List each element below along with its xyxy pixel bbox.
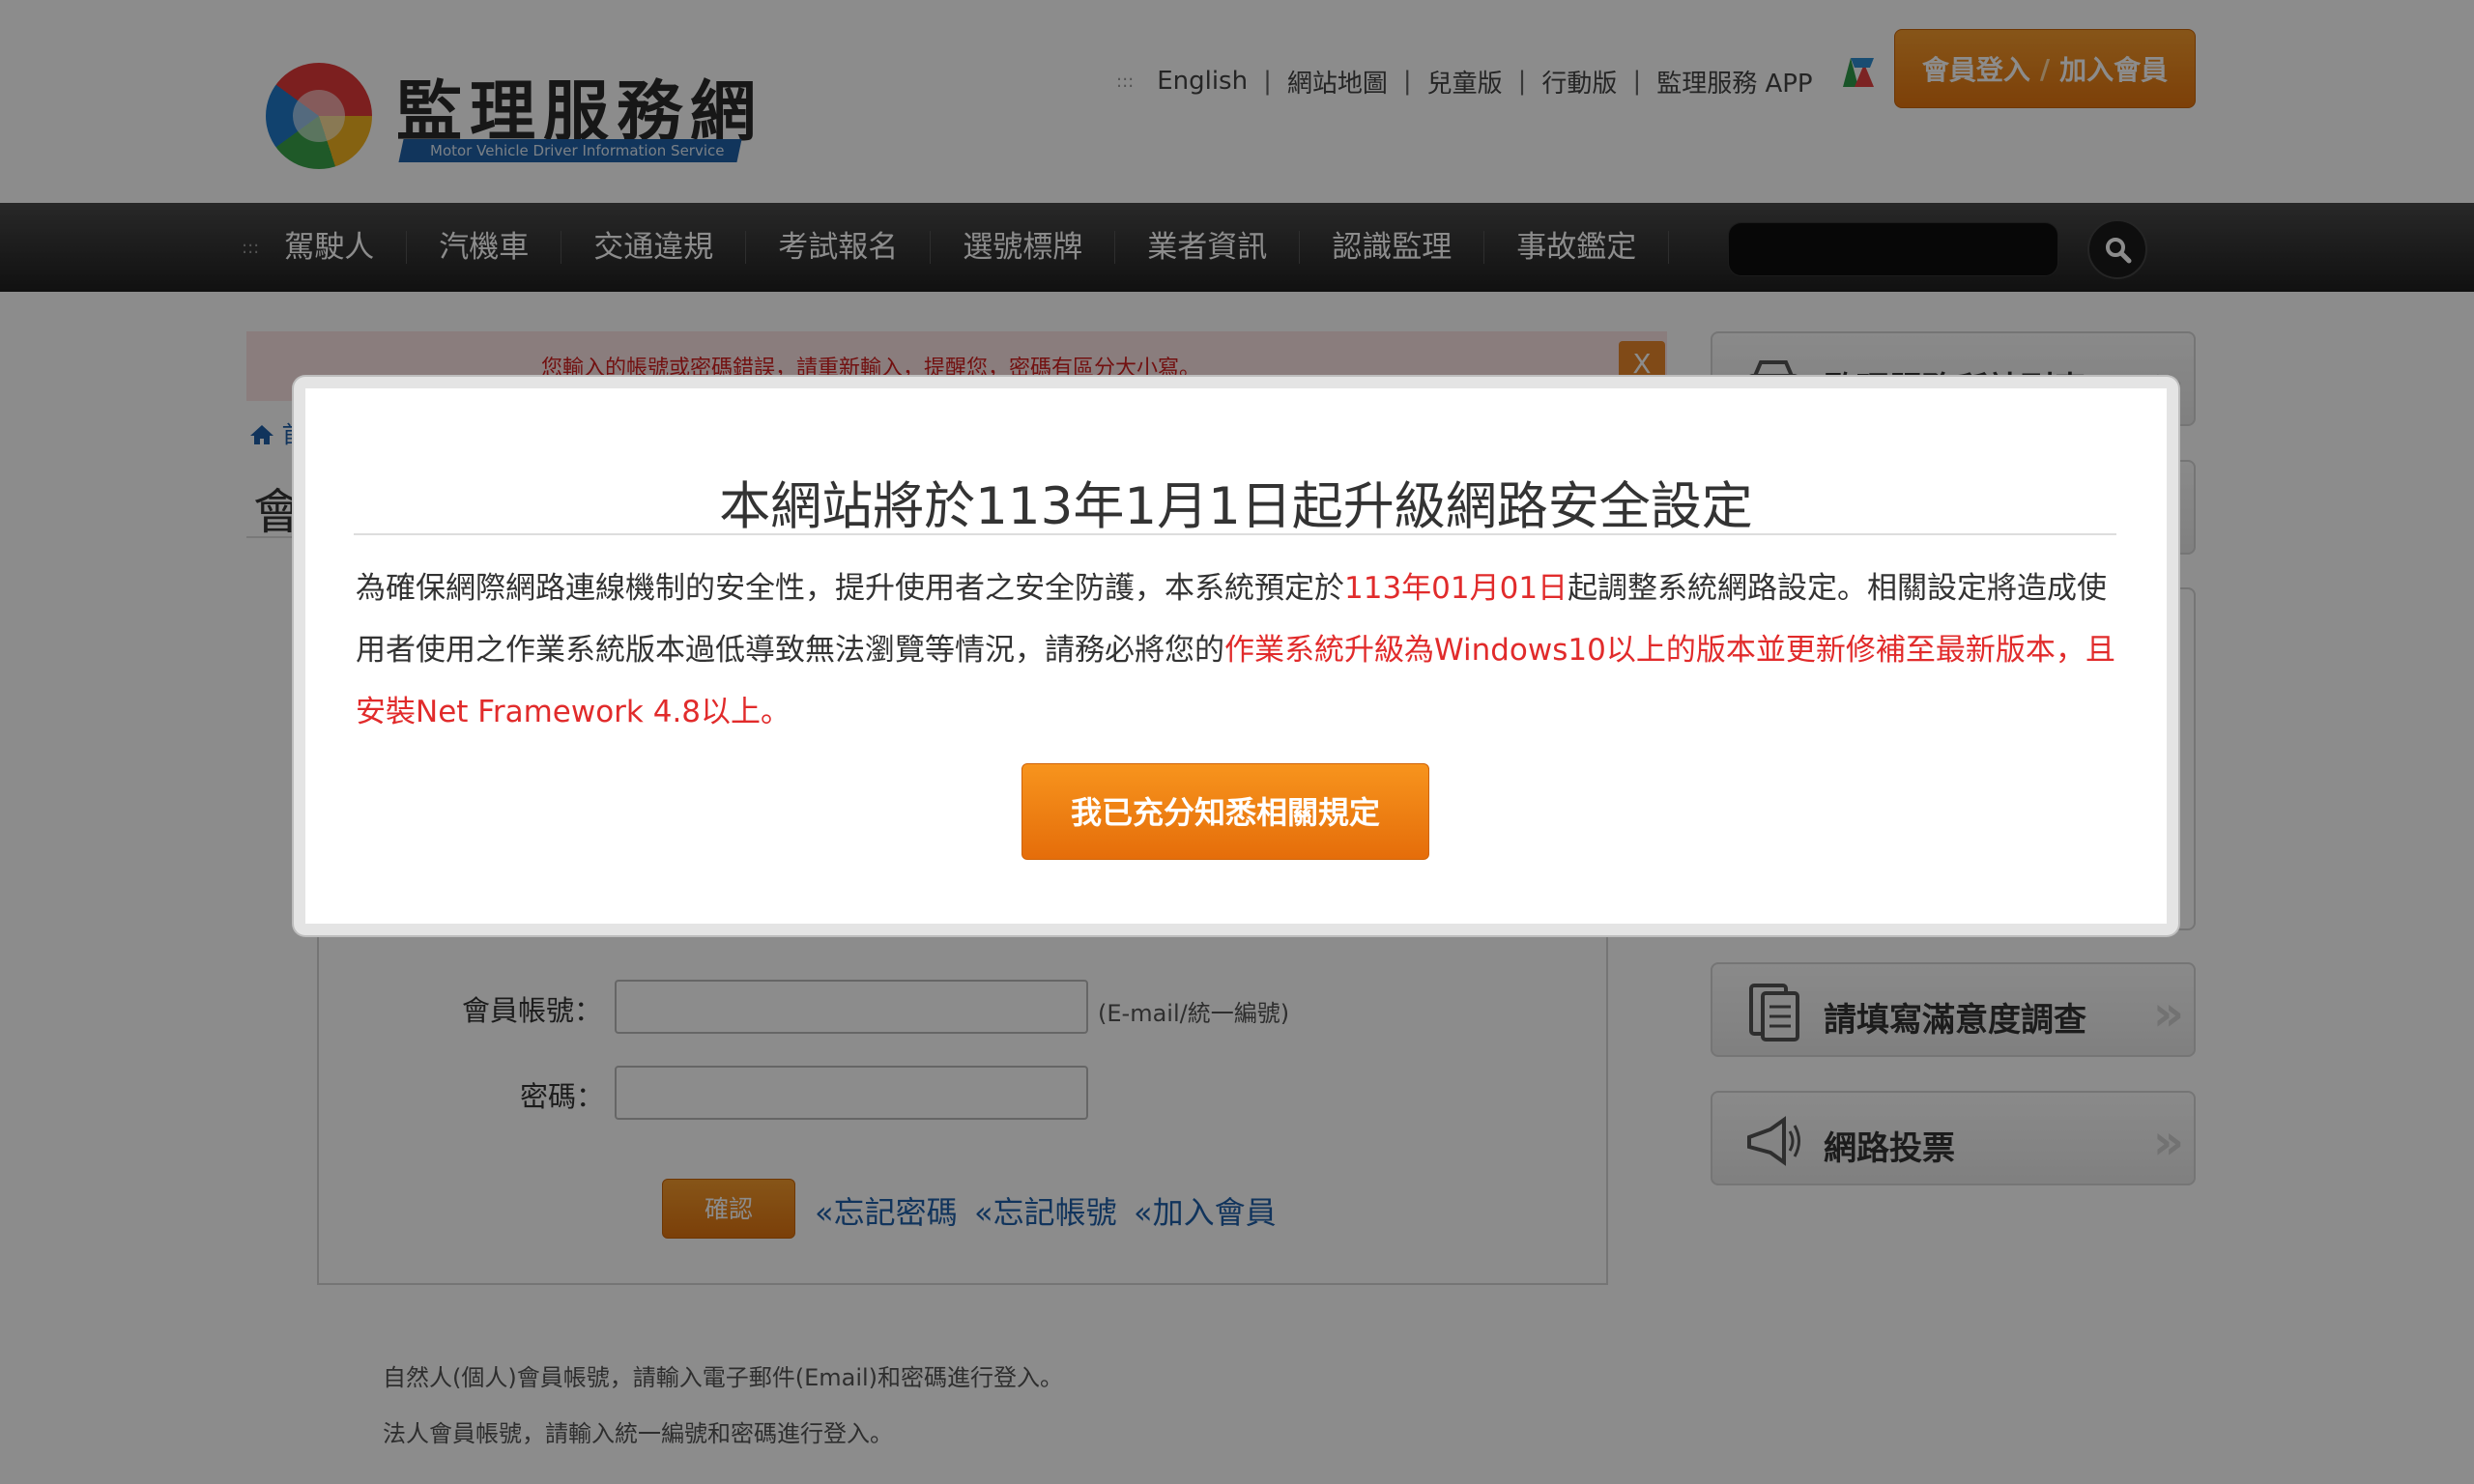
modal-body-text-1: 為確保網際網路連線機制的安全性，提升使用者之安全防護，本系統預定於	[356, 571, 1344, 606]
modal-title: 本網站將於113年1月1日起升級網路安全設定	[719, 477, 1753, 536]
modal-body: 為確保網際網路連線機制的安全性，提升使用者之安全防護，本系統預定於113年01月…	[356, 557, 2124, 743]
modal-body-date: 113年01月01日	[1344, 571, 1568, 606]
modal-body-end: 。	[761, 695, 791, 729]
security-notice-modal: 本網站將於113年1月1日起升級網路安全設定 為確保網際網路連線機制的安全性，提…	[294, 377, 2178, 935]
acknowledge-button[interactable]: 我已充分知悉相關規定	[1021, 763, 1429, 860]
modal-divider	[354, 533, 2116, 535]
